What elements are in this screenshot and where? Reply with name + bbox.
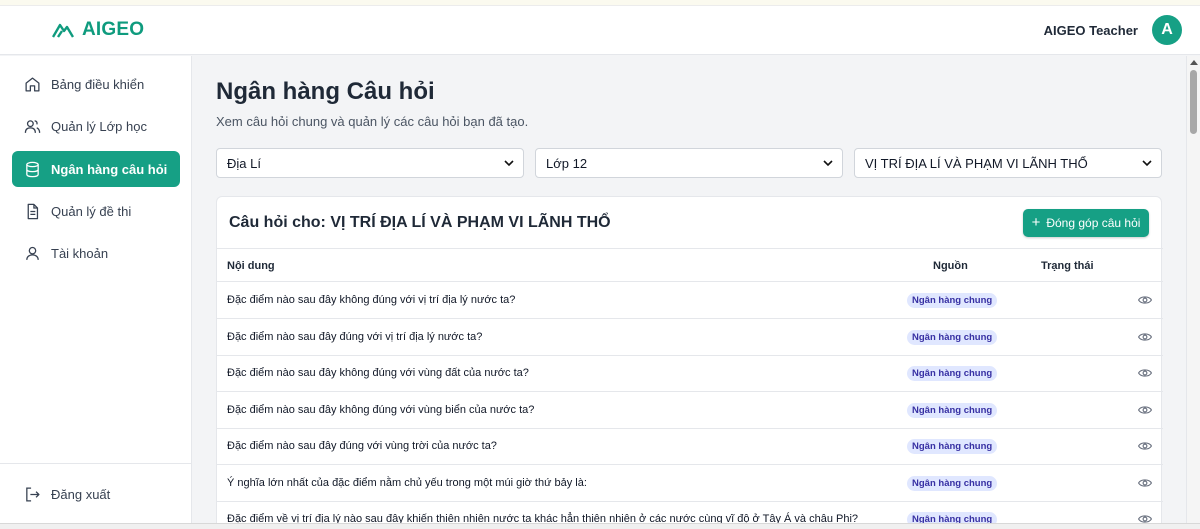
scrollbar-thumb[interactable] — [1190, 70, 1197, 134]
source-badge: Ngân hàng chung — [907, 330, 998, 345]
source-badge: Ngân hàng chung — [907, 439, 998, 454]
bottom-edge — [0, 523, 1200, 529]
sidebar-item-exams[interactable]: Quản lý đề thi — [12, 193, 180, 229]
grade-select-value: Lớp 12 — [546, 155, 588, 171]
table-row: Đặc điểm nào sau đây không đúng với vùng… — [217, 355, 1163, 392]
avatar[interactable]: A — [1152, 15, 1182, 45]
eye-icon[interactable] — [1138, 440, 1152, 452]
subject-select[interactable]: Địa Lí — [216, 148, 524, 178]
main-content: Ngân hàng Câu hỏi Xem câu hỏi chung và q… — [192, 56, 1186, 529]
card-title: Câu hỏi cho: VỊ TRÍ ĐỊA LÍ VÀ PHẠM VI LÃ… — [229, 214, 611, 231]
table-row: Đặc điểm nào sau đây không đúng với vị t… — [217, 282, 1163, 319]
source-badge: Ngân hàng chung — [907, 293, 998, 308]
table-row: Đặc điểm nào sau đây đúng với vùng trời … — [217, 428, 1163, 465]
questions-card: Câu hỏi cho: VỊ TRÍ ĐỊA LÍ VÀ PHẠM VI LÃ… — [216, 196, 1163, 529]
database-icon — [26, 161, 39, 177]
sidebar-item-label: Quản lý Lớp học — [51, 118, 147, 134]
topic-select[interactable]: VỊ TRÍ ĐỊA LÍ VÀ PHẠM VI LÃNH THỔ — [854, 148, 1162, 178]
eye-icon[interactable] — [1138, 477, 1152, 489]
home-icon — [25, 76, 40, 92]
chevron-down-icon — [504, 160, 514, 167]
question-text: Đặc điểm nào sau đây đúng với vùng trời … — [227, 440, 497, 452]
users-icon — [24, 119, 41, 133]
page-title: Ngân hàng Câu hỏi — [216, 78, 435, 105]
table-row: Ý nghĩa lớn nhất của đặc điểm nằm chủ yế… — [217, 465, 1163, 502]
logout-icon — [26, 486, 40, 502]
table-row: Đặc điểm nào sau đây không đúng với vùng… — [217, 392, 1163, 429]
sidebar-item-label: Bảng điều khiển — [51, 76, 145, 92]
sidebar-item-label: Ngân hàng câu hỏi — [51, 161, 168, 177]
sidebar-item-question-bank[interactable]: Ngân hàng câu hỏi — [12, 151, 180, 187]
user-name: AIGEO Teacher — [1043, 22, 1138, 38]
logout-button[interactable]: Đăng xuất — [12, 476, 180, 512]
eye-icon[interactable] — [1138, 294, 1152, 306]
chevron-down-icon — [1142, 160, 1152, 167]
sidebar-item-dashboard[interactable]: Bảng điều khiển — [12, 66, 180, 102]
chevron-down-icon — [823, 160, 833, 167]
contribute-question-button[interactable]: + Đóng góp câu hỏi — [1023, 209, 1149, 237]
table-row: Đặc điểm nào sau đây đúng với vị trí địa… — [217, 319, 1163, 356]
topic-select-value: VỊ TRÍ ĐỊA LÍ VÀ PHẠM VI LÃNH THỔ — [865, 155, 1088, 171]
contribute-label: Đóng góp câu hỏi — [1046, 216, 1141, 230]
plus-icon: + — [1031, 214, 1041, 231]
page-scrollbar[interactable] — [1186, 56, 1200, 529]
mountain-logo-icon — [52, 23, 74, 38]
brand-name: AIGEO — [82, 19, 145, 40]
page-subtitle: Xem câu hỏi chung và quản lý các câu hỏi… — [216, 114, 529, 129]
source-badge: Ngân hàng chung — [907, 366, 998, 381]
sidebar-divider — [0, 463, 192, 464]
question-text: Ý nghĩa lớn nhất của đặc điểm nằm chủ yế… — [227, 477, 587, 489]
sidebar-item-label: Tài khoản — [51, 245, 109, 261]
sidebar-item-label: Quản lý đề thi — [51, 203, 132, 219]
app-header: AIGEO AIGEO Teacher A — [0, 6, 1200, 55]
logout-label: Đăng xuất — [51, 486, 111, 502]
brand-logo[interactable]: AIGEO — [52, 19, 144, 41]
column-header-content: Nội dung — [227, 260, 275, 272]
grade-select[interactable]: Lớp 12 — [535, 148, 843, 178]
user-icon — [26, 246, 39, 260]
source-badge: Ngân hàng chung — [907, 403, 998, 418]
sidebar-item-classes[interactable]: Quản lý Lớp học — [12, 108, 180, 144]
question-text: Đặc điểm nào sau đây không đúng với vùng… — [227, 367, 529, 379]
eye-icon[interactable] — [1138, 404, 1152, 416]
sidebar-item-account[interactable]: Tài khoản — [12, 235, 180, 271]
eye-icon[interactable] — [1138, 367, 1152, 379]
column-header-status: Trạng thái — [1041, 260, 1094, 272]
user-menu[interactable]: AIGEO Teacher A — [1044, 15, 1182, 45]
column-header-source: Nguồn — [933, 260, 968, 272]
question-text: Đặc điểm nào sau đây đúng với vị trí địa… — [227, 331, 483, 343]
question-text: Đặc điểm nào sau đây không đúng với vùng… — [227, 404, 535, 416]
table-header: Nội dung Nguồn Trạng thái — [217, 248, 1163, 282]
question-text: Đặc điểm nào sau đây không đúng với vị t… — [227, 294, 516, 306]
sidebar: Bảng điều khiển Quản lý Lớp học Ngân hàn… — [0, 56, 192, 529]
eye-icon[interactable] — [1138, 331, 1152, 343]
document-icon — [27, 203, 39, 219]
subject-select-value: Địa Lí — [227, 155, 261, 171]
source-badge: Ngân hàng chung — [907, 476, 998, 491]
scroll-up-arrow-icon[interactable] — [1190, 60, 1198, 65]
